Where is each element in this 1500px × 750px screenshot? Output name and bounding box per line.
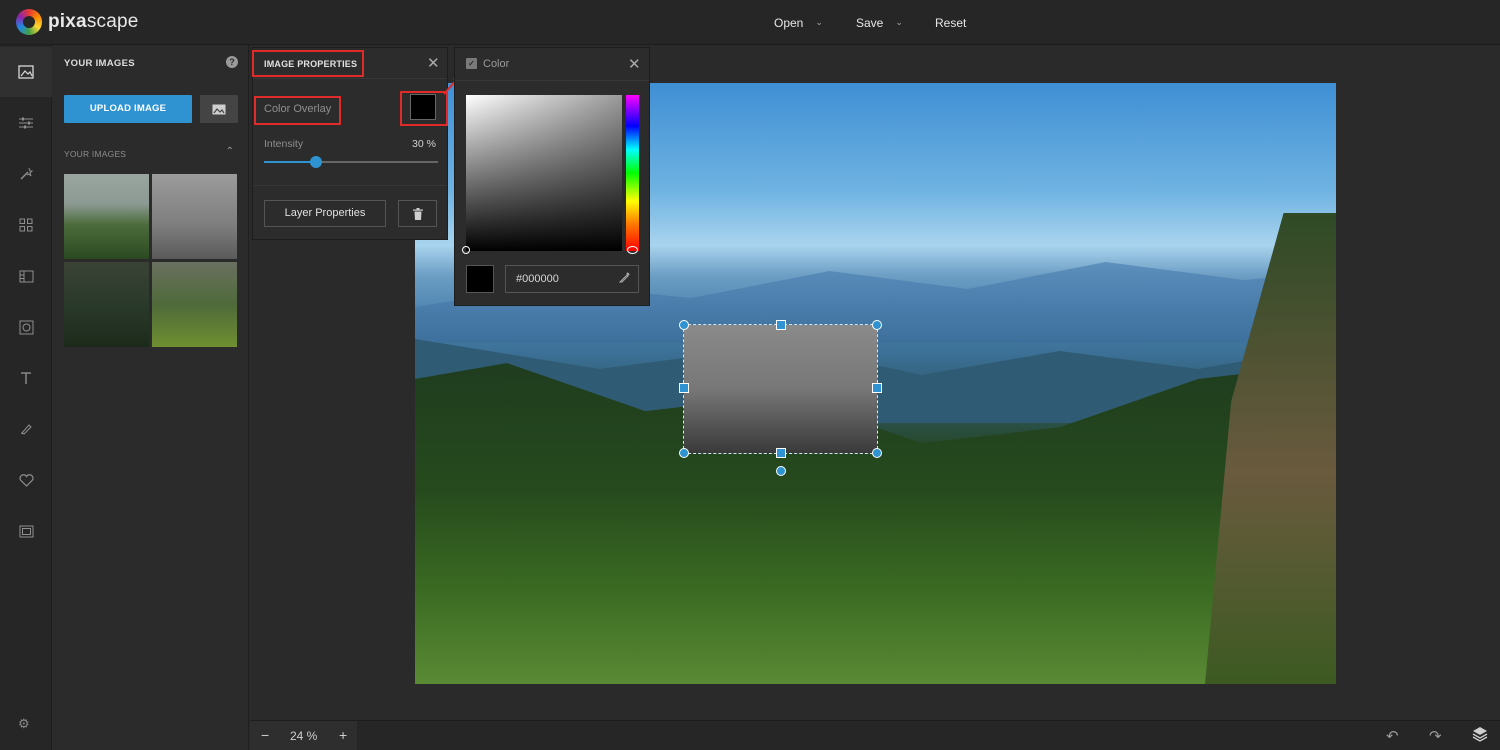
adjustments-icon[interactable]	[0, 98, 52, 148]
rotate-handle[interactable]	[776, 466, 786, 476]
gallery-button[interactable]	[200, 95, 238, 123]
hue-slider[interactable]	[626, 95, 639, 251]
trash-icon	[412, 207, 423, 220]
open-menu[interactable]: Open ⌄	[774, 0, 823, 45]
resize-handle[interactable]	[872, 320, 882, 330]
close-icon[interactable]: ✕	[427, 54, 440, 72]
text-tool-icon[interactable]	[0, 353, 52, 403]
image-tool-icon[interactable]	[0, 47, 52, 97]
frame-icon[interactable]	[0, 302, 52, 352]
grid-icon[interactable]	[0, 200, 52, 250]
resize-handle[interactable]	[776, 448, 786, 458]
save-menu-label: Save	[856, 15, 884, 30]
upload-image-button[interactable]: UPLOAD IMAGE	[64, 95, 192, 123]
intensity-value: 30 %	[412, 138, 436, 150]
layers-icon[interactable]	[1472, 726, 1488, 746]
zoom-value: 24 %	[290, 729, 318, 743]
intensity-slider-fill	[264, 161, 317, 163]
resize-handle[interactable]	[776, 320, 786, 330]
image-gallery-icon	[212, 104, 226, 114]
layout-icon[interactable]	[0, 251, 52, 301]
app-name: pixascape	[48, 11, 139, 32]
eyedropper-icon[interactable]	[618, 271, 631, 286]
image-thumbnail[interactable]	[64, 174, 149, 259]
image-thumbnail[interactable]	[64, 262, 149, 347]
reset-label: Reset	[935, 15, 967, 30]
color-picker-handle[interactable]	[462, 246, 470, 254]
chevron-down-icon: ⌄	[815, 17, 823, 27]
your-images-section-title: YOUR IMAGES	[64, 149, 127, 159]
redo-icon[interactable]: ↷	[1429, 727, 1442, 745]
open-menu-label: Open	[774, 15, 804, 30]
images-panel: YOUR IMAGES ? UPLOAD IMAGE YOUR IMAGES ⌃	[52, 45, 249, 750]
selected-color-swatch	[466, 265, 494, 293]
panel-title: YOUR IMAGES	[64, 58, 135, 69]
color-panel-title: Color	[483, 58, 510, 70]
magic-wand-icon[interactable]	[0, 149, 52, 199]
tool-sidebar: ⚙	[0, 45, 52, 750]
resize-handle[interactable]	[872, 448, 882, 458]
image-properties-panel: IMAGE PROPERTIES ✕ Color Overlay Intensi…	[252, 47, 448, 240]
resize-handle[interactable]	[679, 320, 689, 330]
resize-handle[interactable]	[679, 448, 689, 458]
intensity-slider-handle[interactable]	[310, 156, 323, 168]
border-icon[interactable]	[0, 506, 52, 556]
reset-button[interactable]: Reset	[935, 0, 966, 45]
logo-icon	[16, 9, 42, 35]
zoom-out-button[interactable]: −	[261, 727, 269, 743]
close-icon[interactable]: ✕	[628, 55, 641, 73]
undo-icon[interactable]: ↶	[1386, 727, 1399, 745]
chevron-down-icon: ⌄	[895, 17, 903, 27]
top-bar: pixascape Open ⌄ Save ⌄ Reset	[0, 0, 1500, 45]
image-thumbnail[interactable]	[152, 262, 237, 347]
brush-icon[interactable]	[0, 404, 52, 454]
image-thumbnail[interactable]	[152, 174, 237, 259]
saturation-value-picker[interactable]	[466, 95, 622, 251]
highlight-box	[254, 96, 341, 125]
bottom-bar: − 24 % + ↶ ↷	[250, 720, 1500, 750]
zoom-in-button[interactable]: +	[339, 727, 347, 743]
heart-icon[interactable]	[0, 455, 52, 505]
highlight-box	[252, 50, 364, 77]
save-menu[interactable]: Save ⌄	[856, 0, 903, 45]
intensity-label: Intensity	[264, 138, 304, 150]
layer-properties-button[interactable]: Layer Properties	[264, 200, 386, 227]
color-picker-panel: ✓ Color ✕ #000000	[454, 47, 650, 306]
chevron-up-icon[interactable]: ⌃	[226, 146, 234, 157]
divider	[253, 185, 447, 186]
app-logo: pixascape	[16, 9, 139, 35]
color-enabled-checkbox[interactable]: ✓	[466, 58, 477, 69]
resize-handle[interactable]	[872, 383, 882, 393]
selected-image-layer[interactable]	[683, 324, 878, 454]
delete-layer-button[interactable]	[398, 200, 437, 227]
resize-handle[interactable]	[679, 383, 689, 393]
help-icon[interactable]: ?	[226, 56, 238, 68]
hue-slider-handle[interactable]	[627, 246, 638, 254]
settings-gear-icon[interactable]: ⚙	[18, 716, 30, 732]
